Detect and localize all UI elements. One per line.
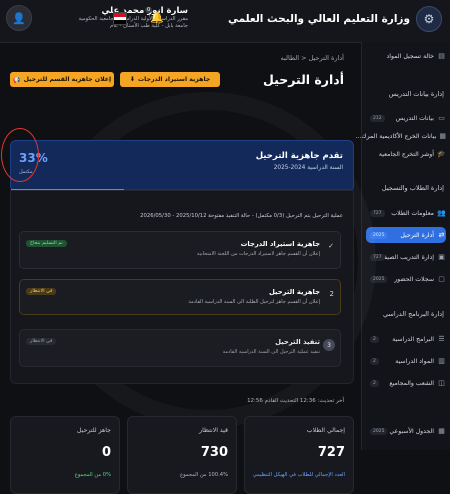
stat-sub: 0% من المجموع — [74, 472, 111, 478]
sidebar-item-graduation-data[interactable]: ▦ بيانات الخرج الأكاديمية المرك... — [356, 128, 446, 144]
page-title: أدارة الترحيل — [262, 72, 344, 87]
user-avatar-icon[interactable]: 👤 — [6, 5, 32, 31]
status-badge: في الانتظار — [26, 338, 57, 345]
briefcase-icon: ▣ — [438, 253, 445, 261]
step-execute-promotion[interactable]: 3 تنفيذ الترحيل تنفيذ عملية الترحيل الى … — [19, 329, 341, 367]
progress-title: تقدم جاهزية الترحيل — [255, 151, 343, 161]
stat-pending: قيد الانتظار 730 100.4% من المجموع — [127, 416, 237, 494]
layers-icon: ☰ — [438, 335, 445, 343]
status-badge: تم التسليم بنجاح — [26, 240, 67, 247]
step-desc: إعلان أن القسم جاهز لاستيراد الدرجات من … — [197, 251, 320, 257]
sidebar-item-graduation-indicators[interactable]: 🎓 أوشر التخرج الجامعية — [366, 146, 446, 162]
declare-readiness-button[interactable]: 📢 إعلان جاهزية القسم للترحيل — [10, 72, 114, 87]
stat-label: قيد الانتظار — [199, 427, 228, 434]
stat-sub: 100.4% من المجموع — [180, 472, 228, 478]
calendar-icon: ▢ — [438, 275, 445, 283]
main-content: أدارة الترحيل < الطالبه أدارة الترحيل 📢 … — [0, 42, 362, 494]
bell-icon[interactable]: 🔔 — [150, 11, 164, 24]
ministry-title: وزارة التعليم العالي والبحث العلمي — [227, 13, 410, 25]
megaphone-icon: 📢 — [12, 76, 21, 84]
sidebar-section-program[interactable]: إدارة البرنامج الدراسي — [383, 310, 444, 318]
sidebar-section-teaching[interactable]: إدارة بيانات التدريس — [389, 90, 444, 98]
file-icon: ▤ — [438, 52, 445, 60]
step-number: 3 — [323, 339, 335, 351]
import-grades-button[interactable]: ⬇ جاهزية استيراد الدرجات — [120, 72, 220, 87]
ministry-logo-icon: ⚙ — [416, 6, 442, 32]
sidebar-item-weekly-schedule[interactable]: ▦ الجدول الأسبوعي 2025 — [366, 423, 446, 439]
last-update: أخر تحديث: 12:36 التحديث القادم 12:56 — [247, 398, 344, 404]
stat-ready: جاهز للترحيل 0 0% من المجموع — [10, 416, 120, 494]
step-title: جاهزية استيراد الدرجات — [240, 240, 320, 248]
stat-value: 0 — [101, 445, 111, 460]
step-promotion-readiness[interactable]: 2 جاهزية الترحيل إعلان أن القسم جاهز لتر… — [19, 279, 341, 315]
users-icon: 👥 — [437, 209, 446, 217]
download-icon: ⬇ — [129, 76, 135, 83]
stat-value: 730 — [200, 445, 228, 460]
sidebar-item-course-registration[interactable]: ▤ خالة تسجيل المواد — [366, 48, 446, 64]
sidebar-item-summer-training[interactable]: ▣ إدارة التدريب الصيفي 727 — [366, 249, 446, 265]
group-icon: ◫ — [438, 379, 445, 387]
sidebar-item-sections[interactable]: ◫ الشعب والمجاميع 2 — [366, 375, 446, 391]
timeline-info: عملية الترحيل بتم الترحيل (0/3 مكتمل) - … — [140, 213, 343, 219]
stat-sub: العدد الإجمالي للطلاب في الهيكل التنظيمي — [252, 472, 345, 478]
graduation-cap-icon: 🎓 — [437, 150, 446, 158]
red-annotation-circle — [1, 128, 39, 182]
book-icon: ▭ — [438, 114, 445, 122]
sidebar-item-promotion-management[interactable]: ⇄ أدارة الترحيل 2025 — [366, 227, 446, 243]
sidebar-item-attendance[interactable]: ▢ سجلات الحضور 2025 — [366, 271, 446, 287]
stat-total-students: إجمالي الطلاب 727 العدد الإجمالي للطلاب … — [244, 416, 354, 494]
stat-value: 727 — [317, 445, 345, 460]
sidebar-section-students[interactable]: إدارة الطلاب والتسجيل — [382, 184, 444, 192]
status-badge: في الانتظار — [26, 288, 57, 295]
timeline-panel: عملية الترحيل بتم الترحيل (0/3 مكتمل) - … — [10, 190, 354, 384]
sidebar-item-student-info[interactable]: 👥 معلومات الطلاب 727 — [366, 205, 446, 221]
top-bar: وزارة التعليم العالي والبحث العلمي ⚙ 👤 س… — [0, 0, 450, 43]
book-open-icon: ▥ — [438, 357, 445, 365]
chart-icon: ▦ — [439, 132, 446, 140]
progress-subtitle: السنة الدراسية 2024-2025 — [273, 165, 343, 171]
readiness-progress-card: تقدم جاهزية الترحيل السنة الدراسية 2024-… — [10, 140, 354, 192]
stat-label: إجمالي الطلاب — [306, 427, 345, 434]
breadcrumb[interactable]: أدارة الترحيل < الطالبه — [281, 54, 344, 62]
check-icon: ✓ — [328, 242, 334, 250]
step-desc: إعلان أن القسم جاهز لترحيل الطلبة الى ال… — [188, 299, 320, 305]
step-title: جاهزية الترحيل — [268, 288, 320, 296]
stat-label: جاهز للترحيل — [77, 427, 111, 434]
schedule-icon: ▦ — [438, 427, 445, 435]
transfer-icon: ⇄ — [438, 231, 445, 239]
sidebar-item-teaching-data[interactable]: ▭ بيانات التدريس 212 — [366, 110, 446, 126]
step-desc: تنفيذ عملية الترحيل الى السنة الدراسية ا… — [222, 349, 320, 355]
step-title: تنفيذ الترحيل — [275, 338, 320, 346]
sidebar-item-courses[interactable]: ▥ المواد الدراسية 2 — [366, 353, 446, 369]
iraq-flag-icon[interactable] — [113, 12, 127, 25]
sidebar-item-programs[interactable]: ☰ البرامج الدراسية 2 — [366, 331, 446, 347]
step-import-grades[interactable]: ✓ جاهزية استيراد الدرجات إعلان أن القسم … — [19, 231, 341, 269]
step-number: 2 — [329, 290, 334, 298]
ministry-brand[interactable]: وزارة التعليم العالي والبحث العلمي ⚙ — [228, 6, 442, 32]
